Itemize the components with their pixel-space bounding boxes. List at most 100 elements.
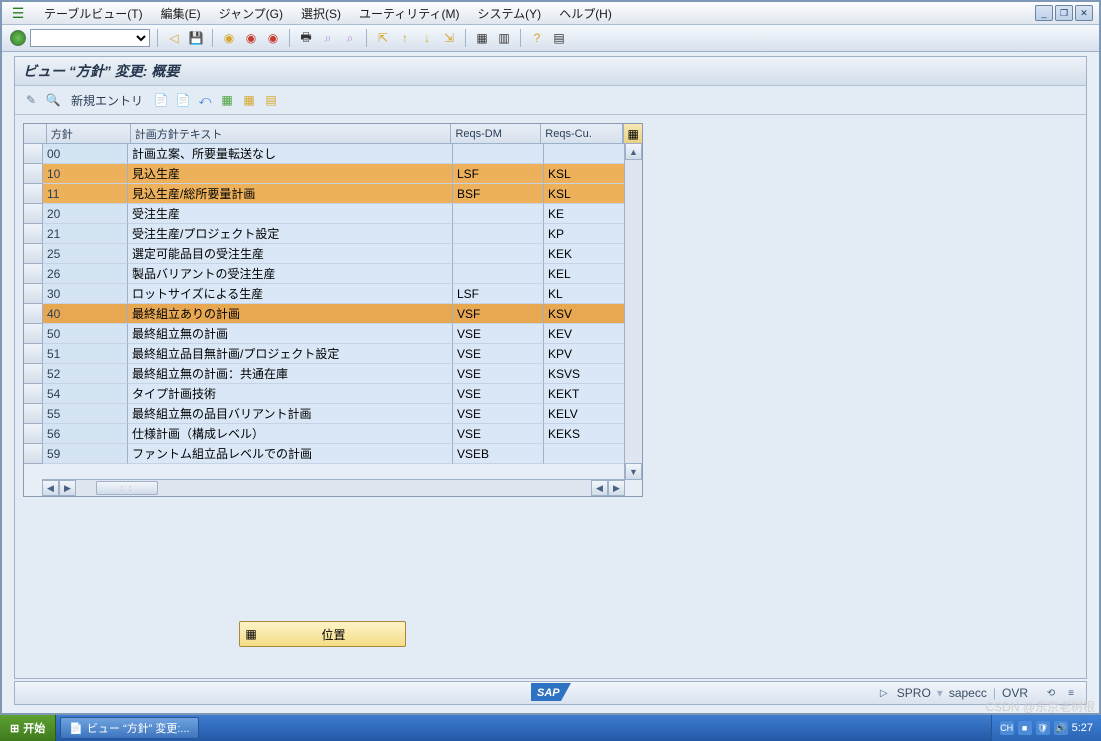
cell-text[interactable]: 見込生産 bbox=[128, 164, 453, 184]
layout-icon[interactable]: ▤ bbox=[550, 29, 568, 47]
table-row[interactable]: 59ファントム組立品レベルでの計画VSEB bbox=[24, 444, 642, 464]
delete-icon[interactable]: 📄 bbox=[175, 92, 191, 108]
row-selector[interactable] bbox=[24, 364, 43, 384]
cell-strategy[interactable]: 40 bbox=[43, 304, 128, 324]
table-row[interactable]: 50最終組立無の計画VSEKEV bbox=[24, 324, 642, 344]
cell-strategy[interactable]: 30 bbox=[43, 284, 128, 304]
col-text[interactable]: 計画方針テキスト bbox=[131, 124, 452, 143]
row-selector[interactable] bbox=[24, 204, 43, 224]
cell-strategy[interactable]: 21 bbox=[43, 224, 128, 244]
table-row[interactable]: 11見込生産/総所要量計画BSFKSL bbox=[24, 184, 642, 204]
cell-text[interactable]: 製品バリアントの受注生産 bbox=[128, 264, 453, 284]
cell-text[interactable]: 選定可能品目の受注生産 bbox=[128, 244, 453, 264]
save-icon[interactable]: 💾 bbox=[187, 29, 205, 47]
window-maximize[interactable]: ❐ bbox=[1055, 5, 1073, 21]
tray-icon1[interactable]: ■ bbox=[1018, 721, 1032, 735]
row-selector[interactable] bbox=[24, 224, 43, 244]
command-field[interactable] bbox=[30, 29, 150, 47]
cell-strategy[interactable]: 55 bbox=[43, 404, 128, 424]
new-session-icon[interactable]: ▦ bbox=[473, 29, 491, 47]
cell-reqs-cu[interactable]: KEV bbox=[544, 324, 627, 344]
cell-reqs-cu[interactable]: KPV bbox=[544, 344, 627, 364]
menu-select[interactable]: 選択(S) bbox=[301, 5, 341, 22]
menu-tableview[interactable]: テーブルビュー(T) bbox=[44, 5, 143, 22]
tray-icon2[interactable]: 🛡 bbox=[1036, 721, 1050, 735]
cell-reqs-dm[interactable]: VSE bbox=[453, 364, 544, 384]
end-icon[interactable]: ◉ bbox=[264, 29, 282, 47]
cell-reqs-dm[interactable] bbox=[453, 204, 544, 224]
table-row[interactable]: 20受注生産KE bbox=[24, 204, 642, 224]
col-selector[interactable] bbox=[24, 124, 47, 143]
scroll-right2-icon[interactable]: ▶ bbox=[608, 480, 625, 496]
cell-strategy[interactable]: 52 bbox=[43, 364, 128, 384]
cell-strategy[interactable]: 10 bbox=[43, 164, 128, 184]
row-selector[interactable] bbox=[24, 264, 43, 284]
select-all-icon[interactable]: ▦ bbox=[219, 92, 235, 108]
details-icon[interactable]: 🔍 bbox=[45, 92, 61, 108]
table-row[interactable]: 10見込生産LSFKSL bbox=[24, 164, 642, 184]
status-nav-icon[interactable]: ▷ bbox=[877, 686, 891, 700]
col-reqs-dm[interactable]: Reqs-DM bbox=[451, 124, 541, 143]
row-selector[interactable] bbox=[24, 184, 43, 204]
row-selector[interactable] bbox=[24, 384, 43, 404]
table-row[interactable]: 00計画立案、所要量転送なし bbox=[24, 144, 642, 164]
cell-reqs-cu[interactable]: KP bbox=[544, 224, 627, 244]
ime-indicator[interactable]: CH bbox=[1000, 721, 1014, 735]
menu-system[interactable]: システム(Y) bbox=[478, 5, 542, 22]
row-selector[interactable] bbox=[24, 304, 43, 324]
cell-strategy[interactable]: 00 bbox=[43, 144, 128, 164]
row-selector[interactable] bbox=[24, 444, 43, 464]
row-selector[interactable] bbox=[24, 324, 43, 344]
cell-strategy[interactable]: 20 bbox=[43, 204, 128, 224]
cell-text[interactable]: 最終組立無の計画 bbox=[128, 324, 453, 344]
first-page-icon[interactable]: ⇱ bbox=[374, 29, 392, 47]
scroll-up-icon[interactable]: ▲ bbox=[625, 143, 642, 160]
table-row[interactable]: 40最終組立ありの計画VSFKSV bbox=[24, 304, 642, 324]
start-button[interactable]: ⊞ 开始 bbox=[0, 715, 56, 741]
menu-help[interactable]: ヘルプ(H) bbox=[559, 5, 612, 22]
cell-text[interactable]: 見込生産/総所要量計画 bbox=[128, 184, 453, 204]
cell-reqs-dm[interactable]: VSEB bbox=[453, 444, 544, 464]
window-close[interactable]: ✕ bbox=[1075, 5, 1093, 21]
table-row[interactable]: 26製品バリアントの受注生産KEL bbox=[24, 264, 642, 284]
scroll-left2-icon[interactable]: ◀ bbox=[591, 480, 608, 496]
copy-icon[interactable]: 📄 bbox=[153, 92, 169, 108]
undo-icon[interactable]: ⤺ bbox=[197, 92, 213, 108]
row-selector[interactable] bbox=[24, 344, 43, 364]
table-row[interactable]: 30ロットサイズによる生産LSFKL bbox=[24, 284, 642, 304]
cell-reqs-dm[interactable]: VSE bbox=[453, 324, 544, 344]
cell-reqs-cu[interactable]: KL bbox=[544, 284, 627, 304]
cell-text[interactable]: タイプ計画技術 bbox=[128, 384, 453, 404]
scroll-down-icon[interactable]: ▼ bbox=[625, 463, 642, 480]
row-selector[interactable] bbox=[24, 284, 43, 304]
cell-reqs-dm[interactable] bbox=[453, 224, 544, 244]
scroll-left-icon[interactable]: ◀ bbox=[42, 480, 59, 496]
table-row[interactable]: 54タイプ計画技術VSEKEKT bbox=[24, 384, 642, 404]
table-row[interactable]: 25選定可能品目の受注生産KEK bbox=[24, 244, 642, 264]
cell-text[interactable]: 最終組立無の計画：共通在庫 bbox=[128, 364, 453, 384]
cell-reqs-dm[interactable]: VSE bbox=[453, 384, 544, 404]
config-icon[interactable]: ▤ bbox=[263, 92, 279, 108]
cancel-icon[interactable]: ◉ bbox=[242, 29, 260, 47]
window-minimize[interactable]: _ bbox=[1035, 5, 1053, 21]
cell-reqs-cu[interactable]: KEKS bbox=[544, 424, 627, 444]
position-button[interactable]: ▦ 位置 bbox=[239, 621, 406, 647]
menu-utilities[interactable]: ユーティリティ(M) bbox=[359, 5, 460, 22]
cell-reqs-dm[interactable]: LSF bbox=[453, 284, 544, 304]
shortcut-icon[interactable]: ▥ bbox=[495, 29, 513, 47]
cell-text[interactable]: 最終組立無の品目バリアント計画 bbox=[128, 404, 453, 424]
cell-text[interactable]: 最終組立品目無計画/プロジェクト設定 bbox=[128, 344, 453, 364]
cell-text[interactable]: 計画立案、所要量転送なし bbox=[128, 144, 453, 164]
scroll-thumb[interactable]: : : bbox=[96, 481, 158, 495]
next-page-icon[interactable]: ↓ bbox=[418, 29, 436, 47]
cell-text[interactable]: 受注生産/プロジェクト設定 bbox=[128, 224, 453, 244]
task-item-sap[interactable]: 📄 ビュー “方針” 変更:... bbox=[60, 717, 198, 739]
cell-strategy[interactable]: 50 bbox=[43, 324, 128, 344]
table-row[interactable]: 51最終組立品目無計画/プロジェクト設定VSEKPV bbox=[24, 344, 642, 364]
exit-icon[interactable]: ◉ bbox=[220, 29, 238, 47]
deselect-icon[interactable]: ▦ bbox=[241, 92, 257, 108]
cell-reqs-cu[interactable]: KSL bbox=[544, 184, 627, 204]
cell-strategy[interactable]: 59 bbox=[43, 444, 128, 464]
row-selector[interactable] bbox=[24, 244, 43, 264]
scroll-right-icon[interactable]: ▶ bbox=[59, 480, 76, 496]
